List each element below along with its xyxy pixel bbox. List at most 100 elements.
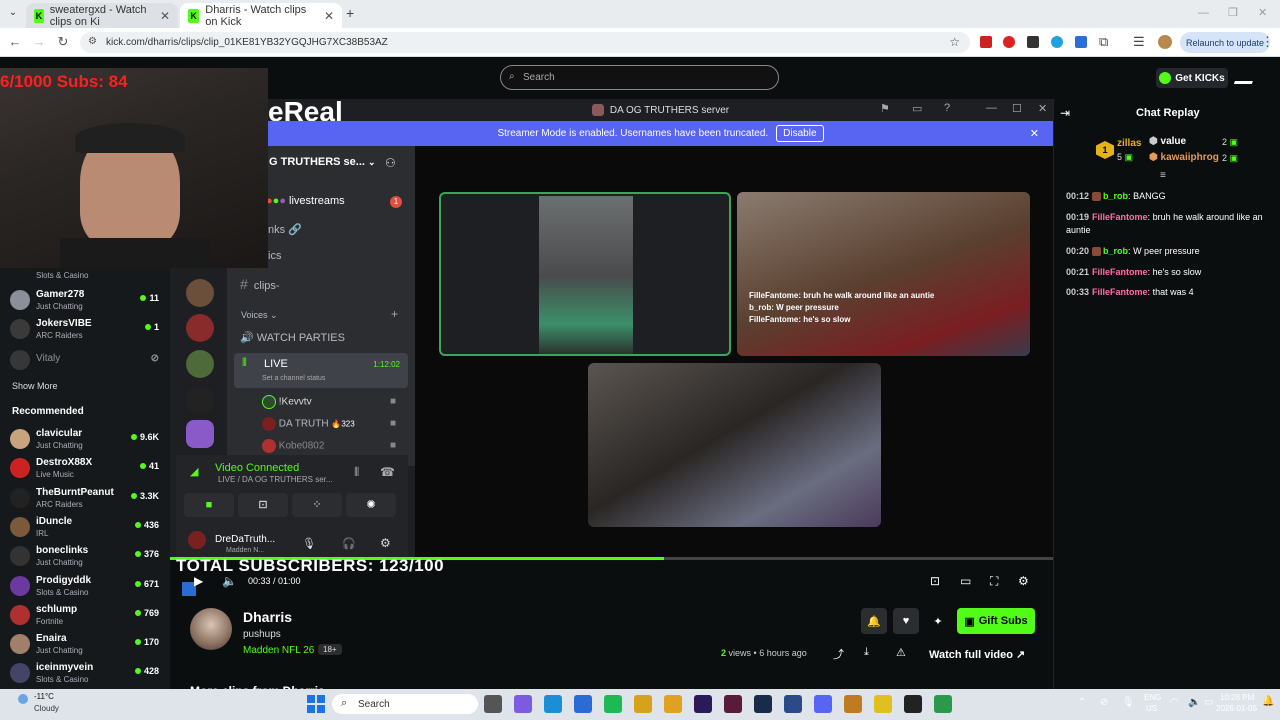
invite-user-icon: ⚇ bbox=[385, 156, 396, 170]
expand-leaderboard-icon[interactable]: ≡ bbox=[1160, 170, 1166, 181]
watch-full-video-link[interactable]: Watch full video ↗ bbox=[929, 648, 1025, 661]
language-indicator[interactable]: ENG bbox=[1144, 693, 1161, 702]
streamer-name[interactable]: Dharris bbox=[243, 609, 292, 625]
forward-icon[interactable]: → bbox=[30, 33, 48, 51]
battery-icon[interactable]: ▭ bbox=[1204, 697, 1213, 708]
mic-tray-icon[interactable]: 🎙 bbox=[1122, 697, 1135, 708]
obs-icon[interactable] bbox=[904, 695, 922, 713]
sidebar-recommended-item[interactable]: Prodigyddk Slots & Casino 671 bbox=[10, 573, 165, 603]
message-user[interactable]: FilleFantome bbox=[1092, 212, 1148, 222]
site-info-icon[interactable]: ⚙ bbox=[88, 36, 97, 47]
report-icon[interactable]: ⚠ bbox=[896, 646, 906, 659]
sidebar-following-item[interactable]: Gamer278 Just Chatting 11 bbox=[10, 287, 165, 317]
show-more-link[interactable]: Show More bbox=[12, 381, 58, 391]
close-tab-icon[interactable]: ✕ bbox=[324, 9, 334, 23]
sidebar-following-item-offline[interactable]: Vitaly ⊘ bbox=[10, 347, 165, 377]
search-input[interactable]: ⌕ Search bbox=[500, 65, 779, 90]
follow-heart-icon[interactable]: ♥ bbox=[893, 608, 919, 634]
search-placeholder: Search bbox=[523, 72, 555, 83]
extension-icon[interactable] bbox=[1051, 36, 1063, 48]
sidebar-recommended-item[interactable]: TheBurntPeanut ARC Raiders 3.3K bbox=[10, 485, 165, 515]
task-view-icon[interactable] bbox=[484, 695, 502, 713]
sidebar-recommended-item[interactable]: iDuncle IRL 436 bbox=[10, 514, 165, 544]
theater-mode-icon[interactable]: ▭ bbox=[960, 574, 971, 588]
spotify-icon[interactable] bbox=[604, 695, 622, 713]
message-user[interactable]: b_rob bbox=[1103, 191, 1128, 201]
sidebar-following-item[interactable]: JokersVIBE ARC Raiders 1 bbox=[10, 316, 165, 346]
steam-icon[interactable] bbox=[754, 695, 772, 713]
discord-icon[interactable] bbox=[814, 695, 832, 713]
tab-dharris[interactable]: K Dharris - Watch clips on Kick ✕ bbox=[180, 3, 342, 28]
relaunch-button[interactable]: Relaunch to update bbox=[1180, 32, 1270, 53]
message-user[interactable]: FilleFantome bbox=[1092, 287, 1148, 297]
clock-time[interactable]: 10:28 PM bbox=[1220, 693, 1254, 702]
notification-bell-icon[interactable]: 🔔 bbox=[861, 608, 887, 634]
extension-icon[interactable] bbox=[1075, 36, 1087, 48]
reading-list-icon[interactable]: ☰ bbox=[1133, 34, 1145, 50]
app-icon[interactable] bbox=[874, 695, 892, 713]
sparkle-icon[interactable]: ✦ bbox=[925, 608, 951, 634]
streamer-avatar[interactable] bbox=[190, 608, 232, 650]
extension-icon[interactable] bbox=[980, 36, 992, 48]
wifi-icon[interactable]: ◠ bbox=[1170, 697, 1179, 708]
bookmark-star-icon[interactable]: ☆ bbox=[949, 35, 960, 49]
new-tab-button[interactable]: + bbox=[346, 5, 354, 21]
app-icon[interactable] bbox=[724, 695, 742, 713]
minimize-window-icon[interactable]: — bbox=[1198, 7, 1209, 19]
notifications-icon[interactable]: 🔔 bbox=[1262, 696, 1274, 707]
start-button[interactable] bbox=[307, 695, 325, 713]
extension-icon[interactable] bbox=[1003, 36, 1015, 48]
app-icon[interactable] bbox=[784, 695, 802, 713]
play-button[interactable]: ▶ bbox=[194, 574, 203, 588]
more-menu-icon[interactable]: ⋮ bbox=[1261, 34, 1274, 50]
sidebar-recommended-item[interactable]: iceinmyvein Slots & Casino 428 bbox=[10, 660, 165, 690]
gift-icon: ▣ bbox=[1229, 137, 1239, 147]
sidebar-recommended-item[interactable]: schlump Fortnite 769 bbox=[10, 602, 165, 632]
get-kicks-button[interactable]: Get KICKs bbox=[1156, 68, 1228, 88]
tab-search-icon[interactable]: ⌄ bbox=[6, 7, 20, 21]
reload-icon[interactable]: ↻ bbox=[54, 33, 72, 51]
profile-avatar[interactable] bbox=[1158, 35, 1172, 49]
sidebar-recommended-item[interactable]: DestroX88X Live Music 41 bbox=[10, 455, 165, 485]
chrome-icon[interactable] bbox=[664, 695, 682, 713]
settings-icon[interactable]: ⚙ bbox=[1018, 574, 1029, 588]
sidebar-recommended-item[interactable]: boneclinks Just Chatting 376 bbox=[10, 543, 165, 573]
gift-subs-button[interactable]: ▣ Gift Subs bbox=[957, 608, 1035, 634]
fullscreen-icon[interactable]: ⛶ bbox=[990, 574, 998, 589]
shield-icon: ⬢ bbox=[1149, 136, 1158, 147]
back-icon[interactable]: ← bbox=[6, 33, 24, 51]
clip-icon[interactable]: ⊡ bbox=[930, 574, 940, 588]
collapse-chat-icon[interactable]: ⇥ bbox=[1060, 106, 1070, 120]
close-window-icon[interactable]: ✕ bbox=[1258, 6, 1267, 19]
maximize-window-icon[interactable]: ❐ bbox=[1228, 6, 1238, 19]
close-tab-icon[interactable]: ✕ bbox=[160, 9, 170, 23]
message-user[interactable]: b_rob bbox=[1103, 246, 1128, 256]
sidebar-recommended-item[interactable]: Enaira Just Chatting 170 bbox=[10, 631, 165, 661]
extension-icon[interactable] bbox=[1027, 36, 1039, 48]
taskbar-search[interactable]: ⌕ Search bbox=[332, 694, 478, 714]
notepad-icon[interactable] bbox=[574, 695, 592, 713]
volume-tray-icon[interactable]: 🔈 bbox=[1188, 697, 1200, 708]
viewer-count-value: 9.6K bbox=[139, 432, 159, 442]
sidebar-recommended-item[interactable]: clavicular Just Chatting 9.6K bbox=[10, 426, 165, 456]
share-icon[interactable]: ⤴ bbox=[833, 646, 844, 662]
address-bar[interactable]: ⚙ kick.com/dharris/clips/clip_01KE81YB32… bbox=[80, 32, 970, 53]
premiere-icon[interactable] bbox=[694, 695, 712, 713]
volume-icon[interactable]: 🔈 bbox=[222, 574, 237, 588]
tray-chevron-icon[interactable]: ⌃ bbox=[1078, 697, 1086, 708]
app-icon[interactable] bbox=[634, 695, 652, 713]
tab-sweatergxd[interactable]: K sweatergxd - Watch clips on Ki ✕ bbox=[26, 3, 178, 28]
app-icon[interactable] bbox=[844, 695, 862, 713]
network-tray-icon[interactable]: ⊘ bbox=[1100, 697, 1108, 708]
category-link[interactable]: Madden NFL 26 bbox=[243, 645, 314, 656]
category-label: Fortnite bbox=[36, 616, 64, 626]
extensions-puzzle-icon[interactable]: ⧉ bbox=[1099, 34, 1108, 50]
edge-icon[interactable] bbox=[544, 695, 562, 713]
app-icon[interactable] bbox=[934, 695, 952, 713]
streamer-mode-banner: Streamer Mode is enabled. Usernames have… bbox=[268, 121, 1053, 146]
weather-icon[interactable] bbox=[18, 694, 28, 704]
clip-age: 6 hours ago bbox=[759, 648, 807, 658]
message-user[interactable]: FilleFantome bbox=[1092, 267, 1148, 277]
download-icon[interactable]: ⤓ bbox=[864, 646, 869, 659]
copilot-icon[interactable] bbox=[514, 695, 532, 713]
